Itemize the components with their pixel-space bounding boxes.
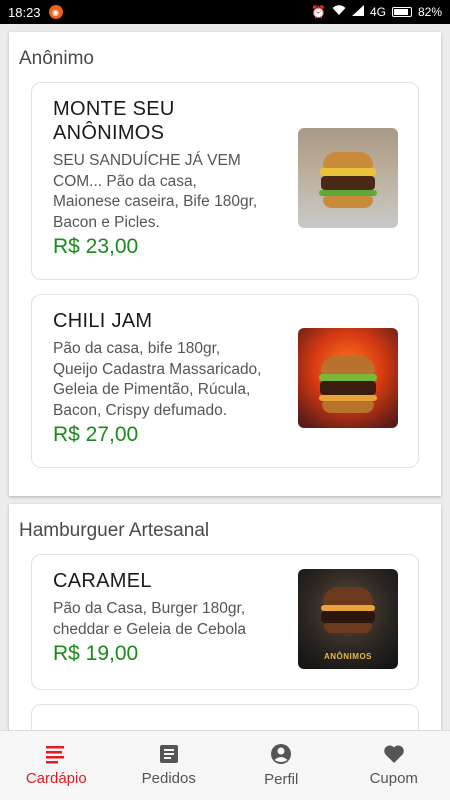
item-image: ANÔNIMOS: [298, 569, 398, 669]
app-notification-icon: ◉: [48, 5, 63, 19]
item-price: R$ 27,00: [53, 423, 139, 446]
nav-label: Cardápio: [25, 770, 87, 787]
wifi-icon: [332, 5, 346, 19]
menu-item-card[interactable]: CARAMEL Pão da Casa, Burger 180gr, chedd…: [31, 554, 419, 690]
battery-percent: 82%: [417, 5, 442, 19]
menu-content[interactable]: Anônimo MONTE SEU ANÔNIMOS SEU SANDUÍCHE…: [0, 24, 450, 730]
menu-section: Hamburguer Artesanal CARAMEL Pão da Casa…: [9, 504, 441, 730]
item-description: SEU SANDUÍCHE JÁ VEM COM... Pão da casa,…: [53, 152, 258, 231]
section-title: Hamburguer Artesanal: [19, 520, 210, 541]
nav-cupom[interactable]: Cupom: [338, 731, 450, 800]
network-type: 4G: [369, 5, 386, 19]
brand-logo: ANÔNIMOS: [324, 652, 372, 661]
nav-perfil[interactable]: Perfil: [225, 731, 338, 800]
nav-label: Perfil: [264, 771, 299, 788]
menu-item-card[interactable]: [31, 704, 419, 730]
bottom-nav: Cardápio Pedidos Perfil Cupom: [0, 730, 450, 800]
item-description: Pão da casa, bife 180gr, Queijo Cadastra…: [53, 340, 262, 419]
menu-item-card[interactable]: CHILI JAM Pão da casa, bife 180gr, Queij…: [31, 294, 419, 468]
menu-item-card[interactable]: MONTE SEU ANÔNIMOS SEU SANDUÍCHE JÁ VEM …: [31, 82, 419, 280]
status-bar: 18:23 ◉ ⏰ 4G 82%: [0, 0, 450, 24]
receipt-icon: [159, 744, 179, 764]
nav-label: Pedidos: [141, 770, 196, 787]
signal-icon: [351, 5, 364, 19]
section-title: Anônimo: [19, 48, 94, 69]
battery-icon: [391, 7, 412, 17]
nav-label: Cupom: [369, 770, 418, 787]
item-image: [298, 128, 398, 228]
item-name: CARAMEL: [53, 570, 152, 592]
nav-cardapio[interactable]: Cardápio: [0, 731, 113, 800]
item-name: MONTE SEU ANÔNIMOS: [53, 98, 175, 144]
user-icon: [270, 743, 292, 765]
menu-section: Anônimo MONTE SEU ANÔNIMOS SEU SANDUÍCHE…: [9, 32, 441, 496]
status-time: 18:23: [8, 4, 41, 20]
item-image: [298, 328, 398, 428]
heart-icon: [383, 744, 405, 764]
item-name: CHILI JAM: [53, 310, 153, 332]
nav-pedidos[interactable]: Pedidos: [113, 731, 226, 800]
item-price: R$ 19,00: [53, 642, 139, 665]
item-price: R$ 23,00: [53, 235, 139, 258]
alarm-icon: ⏰: [311, 5, 326, 19]
menu-list-icon: [45, 744, 67, 764]
item-description: Pão da Casa, Burger 180gr, cheddar e Gel…: [53, 600, 247, 638]
